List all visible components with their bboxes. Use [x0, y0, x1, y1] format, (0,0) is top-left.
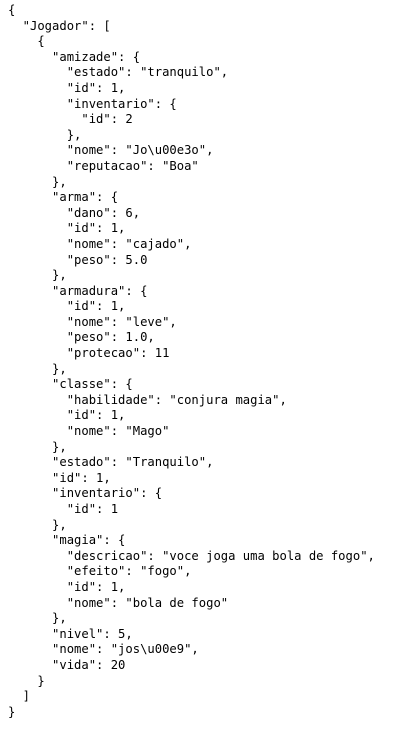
json-line: "dano": 6,	[8, 205, 141, 220]
json-line: "nivel": 5,	[8, 626, 133, 641]
json-line: "habilidade": "conjura magia",	[8, 392, 287, 407]
json-line: "estado": "Tranquilo",	[8, 455, 214, 470]
json-line: "efeito": "fogo",	[8, 564, 192, 579]
json-line: "nome": "cajado",	[8, 236, 192, 251]
json-line: "nome": "Mago"	[8, 424, 170, 439]
json-line: "id": 1,	[8, 579, 126, 594]
json-line: "nome": "Jo\u00e3o",	[8, 143, 214, 158]
json-line: "id": 2	[8, 112, 133, 127]
json-line: "nome": "jos\u00e9",	[8, 642, 199, 657]
json-line: "peso": 1.0,	[8, 330, 155, 345]
json-line: "id": 1,	[8, 408, 126, 423]
json-line: "id": 1,	[8, 299, 126, 314]
json-line: "id": 1,	[8, 80, 126, 95]
json-line: "armadura": {	[8, 283, 148, 298]
json-line: "magia": {	[8, 533, 126, 548]
json-line: },	[8, 174, 67, 189]
json-line: "classe": {	[8, 377, 133, 392]
json-line: },	[8, 361, 67, 376]
json-line: },	[8, 517, 67, 532]
json-document: { "Jogador": [ { "amizade": { "estado": …	[8, 3, 413, 720]
json-line: "Jogador": [	[8, 18, 111, 33]
json-line: "arma": {	[8, 190, 119, 205]
json-line: },	[8, 439, 67, 454]
json-line: "id": 1	[8, 502, 119, 516]
json-line: },	[8, 127, 82, 142]
json-line: "descricao": "voce joga uma bola de fogo…	[8, 548, 375, 563]
json-line: }	[8, 673, 45, 688]
json-line: },	[8, 611, 67, 626]
json-line: "inventario": {	[8, 96, 177, 111]
json-line: "protecao": 11	[8, 346, 170, 361]
json-line: {	[8, 3, 16, 17]
json-line: "vida": 20	[8, 657, 126, 672]
json-line: "nome": "bola de fogo"	[8, 595, 229, 610]
json-line: }	[8, 704, 16, 719]
json-line: "amizade": {	[8, 49, 141, 64]
json-line: "estado": "tranquilo",	[8, 65, 229, 80]
json-line: "inventario": {	[8, 486, 163, 501]
json-line: "nome": "leve",	[8, 314, 177, 329]
json-line: {	[8, 34, 45, 49]
json-line: ]	[8, 689, 31, 704]
json-line: "id": 1,	[8, 470, 111, 485]
json-line: "peso": 5.0	[8, 252, 148, 267]
json-line: },	[8, 268, 67, 283]
json-line: "reputacao": "Boa"	[8, 158, 199, 173]
json-line: "id": 1,	[8, 221, 126, 236]
